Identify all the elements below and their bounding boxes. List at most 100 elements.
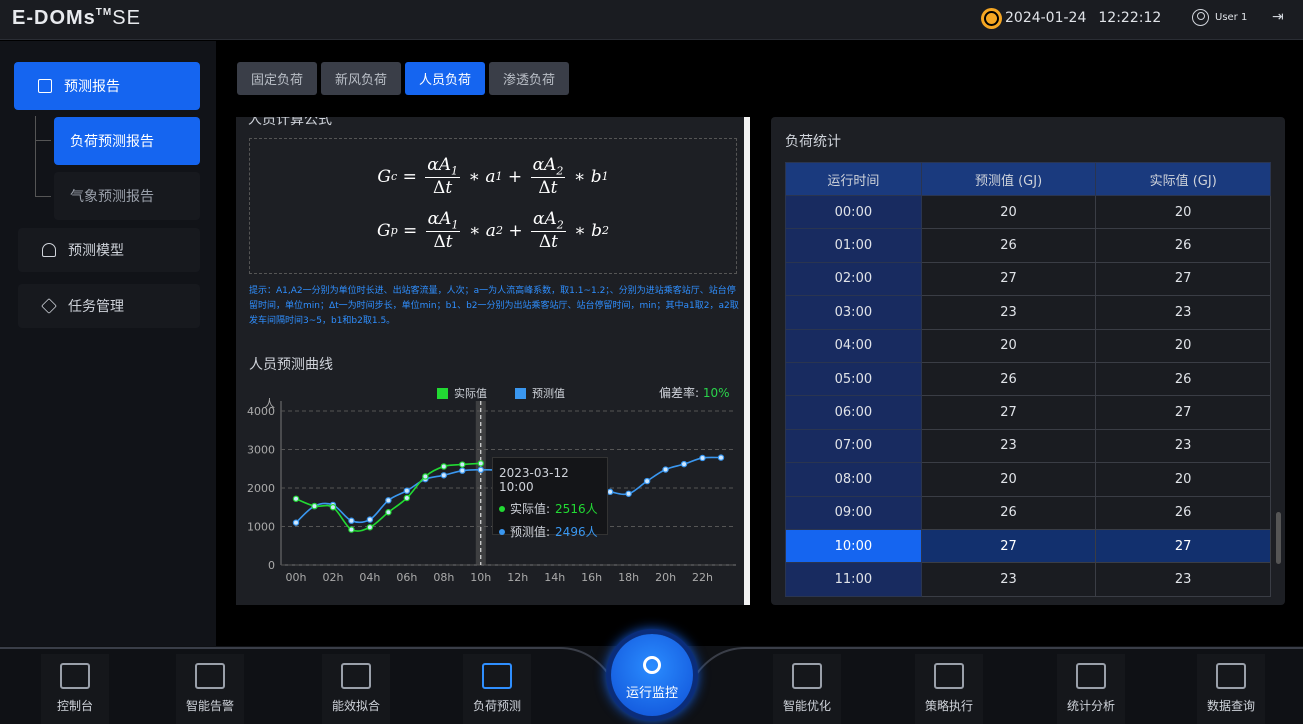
table-scrollbar[interactable] — [1276, 512, 1281, 564]
data-point — [717, 454, 725, 461]
cell-pred: 23 — [920, 428, 1097, 464]
formula-and-curve-panel: 人员计算公式 Gc = αA1 Δt ∗ a1 + αA2 Δt ∗ b1 Gp =… — [236, 117, 748, 605]
tooltip-pred-value: 2496人 — [555, 525, 598, 539]
sun-icon — [984, 10, 999, 26]
cell-pred: 23 — [920, 295, 1097, 330]
user-menu[interactable]: User 1 — [1192, 9, 1247, 26]
bottom-nav-item[interactable]: 策略执行 — [915, 654, 983, 724]
formula-tip: 提示：A1,A2一分别为单位时长进、出站客流量，人次；a一为人流高峰系数，取1.… — [249, 286, 739, 326]
data-point — [477, 460, 484, 467]
chart-tooltip: 2023-03-12 10:00 实际值: 2516人 预测值: 2496人 — [492, 457, 608, 539]
center-nav-run-monitor[interactable]: 运行监控 — [611, 634, 693, 716]
tab-fresh-air-load[interactable]: 新风负荷 — [321, 62, 401, 95]
cell-pred: 27 — [920, 528, 1097, 564]
tree-branch — [35, 140, 51, 141]
load-type-tabs: 固定负荷 新风负荷 人员负荷 渗透负荷 — [237, 62, 569, 95]
cell-time: 06:00 — [785, 395, 922, 430]
x-tick-label: 02h — [322, 571, 343, 584]
trend-icon — [482, 663, 512, 689]
model-icon — [42, 243, 56, 257]
table-row[interactable]: 08:00 20 20 — [785, 462, 1271, 497]
tab-personnel-load[interactable]: 人员负荷 — [405, 62, 485, 95]
table-row[interactable]: 04:00 20 20 — [785, 328, 1271, 363]
formula-gp: Gp = αA1 Δt ∗ a2 + αA2 Δt ∗ b2 — [376, 209, 610, 253]
data-point — [680, 460, 688, 468]
y-tick-label: 4000 — [247, 405, 275, 418]
bar-chart-icon — [1076, 663, 1106, 689]
data-point — [292, 495, 300, 502]
x-tick-label: 12h — [507, 571, 528, 584]
bottom-nav-item[interactable]: 统计分析 — [1057, 654, 1125, 724]
tab-infiltration-load[interactable]: 渗透负荷 — [489, 62, 569, 95]
search-doc-icon — [1216, 663, 1246, 689]
sidebar-item-forecast-model[interactable]: 预测模型 — [18, 228, 200, 272]
table-row[interactable]: 05:00 26 26 — [785, 361, 1271, 397]
cell-pred: 26 — [920, 495, 1097, 530]
table-row[interactable]: 01:00 26 26 — [785, 228, 1271, 263]
formula-gc: Gc = αA1 Δt ∗ a1 + αA2 Δt ∗ b1 — [377, 155, 609, 199]
data-point — [366, 524, 374, 531]
current-date: 2024-01-24 — [1005, 10, 1087, 26]
cell-actual: 27 — [1095, 528, 1271, 564]
cell-actual: 20 — [1095, 328, 1271, 363]
cell-time: 05:00 — [785, 361, 922, 397]
table-row[interactable]: 11:00 23 23 — [785, 562, 1271, 597]
tree-branch — [35, 196, 51, 197]
table-row[interactable]: 07:00 23 23 — [785, 428, 1271, 464]
table-row[interactable]: 10:00 27 27 — [785, 528, 1271, 564]
x-tick-label: 00h — [286, 571, 307, 584]
logout-icon[interactable]: ⇥ — [1272, 10, 1286, 24]
data-point — [440, 463, 448, 470]
bottom-nav-item[interactable]: 能效拟合 — [322, 654, 390, 724]
x-tick-label: 04h — [359, 571, 380, 584]
col-header-pred: 预测值 (GJ) — [920, 162, 1097, 196]
data-point — [422, 473, 429, 480]
panel-scrollbar[interactable] — [744, 117, 750, 605]
sidebar-item-load-forecast-report[interactable]: 负荷预测报告 — [54, 117, 200, 165]
user-icon — [1192, 9, 1209, 26]
bottom-nav-item[interactable]: 智能优化 — [773, 654, 841, 724]
table-row[interactable]: 03:00 23 23 — [785, 295, 1271, 330]
camera-icon — [643, 655, 661, 674]
app-logo: E-DOMsTMSE — [12, 7, 141, 29]
y-tick-label: 2000 — [247, 482, 275, 495]
cell-actual: 27 — [1095, 261, 1271, 297]
data-point — [403, 494, 411, 502]
tab-fixed-load[interactable]: 固定负荷 — [237, 62, 317, 95]
stats-title: 负荷统计 — [785, 134, 841, 150]
table-row[interactable]: 00:00 20 20 — [785, 194, 1271, 230]
sidebar-item-weather-forecast-report[interactable]: 气象预测报告 — [54, 172, 200, 220]
sidebar-item-task-management[interactable]: 任务管理 — [18, 284, 200, 328]
load-stats-panel: 负荷统计 运行时间 预测值 (GJ) 实际值 (GJ) 00:00 20 20 01:… — [771, 117, 1285, 605]
tree-line — [35, 116, 36, 196]
cell-pred: 20 — [920, 328, 1097, 363]
cell-actual: 23 — [1095, 428, 1271, 464]
sliders-icon — [792, 663, 822, 689]
bottom-nav-item[interactable]: 数据查询 — [1197, 654, 1265, 724]
cell-actual: 26 — [1095, 228, 1271, 263]
col-header-actual: 实际值 (GJ) — [1095, 162, 1271, 196]
x-tick-label: 14h — [544, 571, 565, 584]
cell-pred: 26 — [920, 228, 1097, 263]
table-row[interactable]: 09:00 26 26 — [785, 495, 1271, 530]
bottom-nav-item[interactable]: 控制台 — [41, 654, 109, 724]
data-point — [403, 487, 411, 494]
cell-actual: 23 — [1095, 295, 1271, 330]
sidebar-item-forecast-report[interactable]: 预测报告 — [14, 62, 200, 110]
table-row[interactable]: 06:00 27 27 — [785, 395, 1271, 430]
data-point — [477, 466, 484, 474]
datetime-display: 2024-01-24 12:22:12 — [984, 10, 1161, 26]
formula-title: 人员计算公式 — [248, 117, 332, 128]
x-tick-label: 18h — [618, 571, 639, 584]
table-row[interactable]: 02:00 27 27 — [785, 261, 1271, 297]
data-point — [625, 490, 632, 497]
data-point — [366, 516, 374, 523]
bottom-nav-item[interactable]: 负荷预测 — [463, 654, 531, 724]
bottom-nav-item[interactable]: 智能告警 — [176, 654, 244, 724]
cell-pred: 23 — [920, 562, 1097, 597]
cell-actual: 26 — [1095, 495, 1271, 530]
data-point — [329, 504, 337, 511]
data-point — [348, 517, 355, 524]
cell-pred: 27 — [920, 261, 1097, 297]
cell-time: 01:00 — [785, 228, 922, 263]
